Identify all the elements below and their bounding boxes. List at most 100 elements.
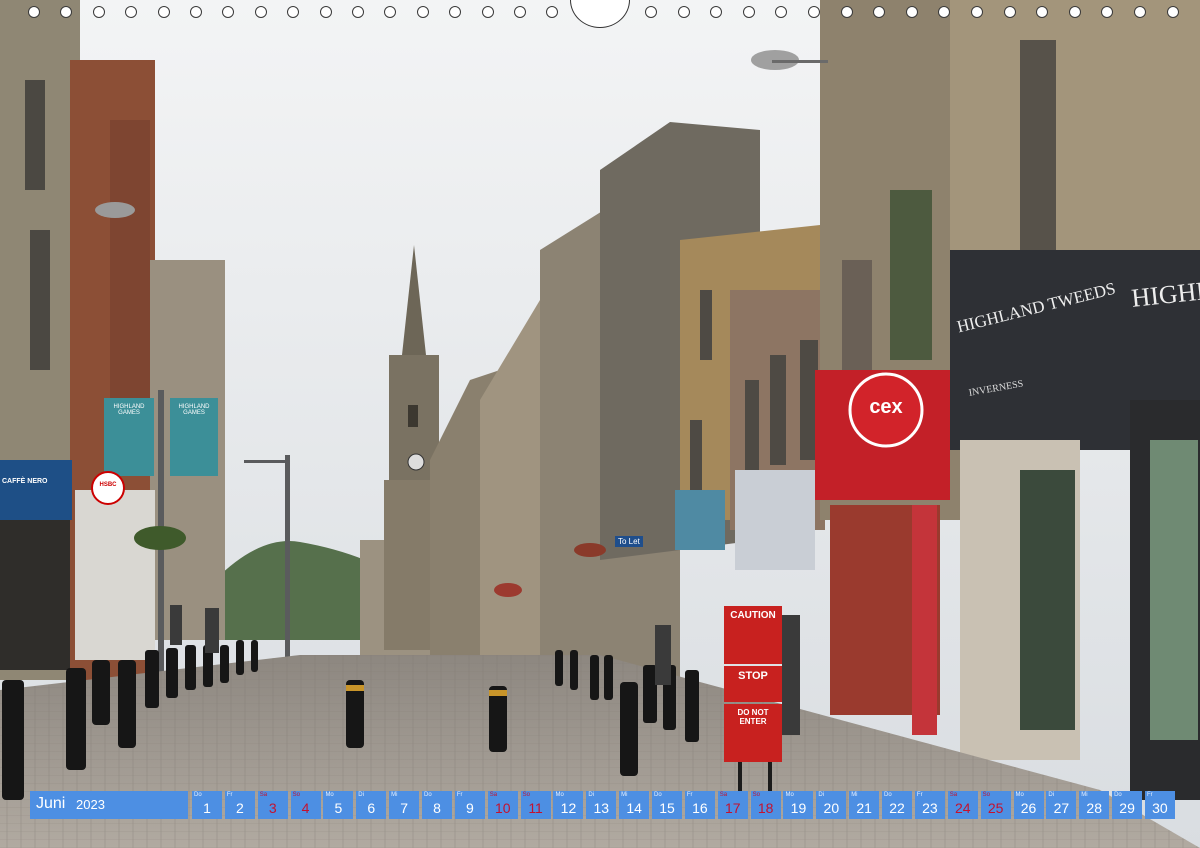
month-name: Juni bbox=[36, 795, 66, 812]
day-cell: So 4 bbox=[290, 791, 321, 819]
day-number: 1 bbox=[203, 800, 211, 816]
day-number: 29 bbox=[1119, 800, 1135, 816]
binding-hole bbox=[905, 6, 918, 18]
binding-hole bbox=[1036, 6, 1049, 18]
do-not-enter-sign: DO NOT ENTER bbox=[737, 708, 769, 726]
day-cell: Fr 9 bbox=[454, 791, 485, 819]
binding-hole bbox=[352, 6, 364, 18]
month-label-box: Juni 2023 bbox=[30, 791, 188, 819]
weekday-label: Sa bbox=[489, 792, 498, 798]
day-cell: Do 8 bbox=[422, 791, 453, 819]
day-number: 10 bbox=[494, 800, 511, 816]
binding-hole bbox=[60, 6, 73, 18]
day-number: 11 bbox=[528, 800, 543, 816]
day-number: 28 bbox=[1086, 800, 1102, 816]
binding-hole bbox=[710, 6, 723, 18]
binding-hole bbox=[808, 6, 820, 18]
day-cell: Sa 17 bbox=[717, 791, 748, 819]
day-number: 23 bbox=[922, 800, 938, 816]
day-cell: Mo 5 bbox=[323, 791, 354, 819]
weekday-label: Mo bbox=[1015, 792, 1024, 798]
day-cell: Do 22 bbox=[882, 791, 913, 819]
weekday-label: Di bbox=[588, 792, 594, 798]
day-cell: Fr 23 bbox=[914, 791, 945, 819]
day-cell: So 11 bbox=[520, 791, 551, 819]
weekday-label: Fr bbox=[916, 792, 923, 798]
binding-hole bbox=[873, 6, 886, 18]
day-cell: Di 6 bbox=[356, 791, 387, 819]
hsbc-logo: HSBC bbox=[99, 482, 117, 488]
binding-hole bbox=[190, 6, 202, 18]
month-year: 2023 bbox=[76, 797, 105, 812]
weekday-label: So bbox=[982, 792, 990, 798]
weekday-label: Do bbox=[884, 792, 892, 798]
weekday-label: Mo bbox=[785, 792, 794, 798]
day-number: 8 bbox=[433, 800, 441, 816]
day-number: 9 bbox=[465, 800, 474, 816]
day-number: 17 bbox=[724, 800, 741, 816]
day-number: 12 bbox=[560, 800, 577, 816]
day-number: 25 bbox=[987, 800, 1004, 816]
day-cell: Mi 14 bbox=[619, 791, 650, 819]
day-number: 14 bbox=[626, 800, 642, 816]
day-cell: Do 29 bbox=[1112, 791, 1143, 819]
binding-hole bbox=[677, 6, 690, 18]
binding-hole bbox=[546, 6, 559, 18]
weekday-label: Fr bbox=[1146, 792, 1153, 798]
binding-hole bbox=[840, 6, 853, 18]
day-number: 24 bbox=[954, 800, 971, 816]
highland-games-banner: HIGHLAND GAMES bbox=[113, 404, 145, 416]
day-number: 21 bbox=[856, 800, 872, 816]
weekday-label: Do bbox=[424, 792, 432, 798]
day-number: 20 bbox=[823, 800, 840, 816]
weekday-label: Di bbox=[358, 792, 364, 798]
weekday-label: Di bbox=[818, 792, 824, 798]
weekday-label: Di bbox=[1048, 792, 1055, 798]
day-cell: Di 20 bbox=[816, 791, 847, 819]
weekday-label: Mo bbox=[555, 792, 564, 798]
weekday-label: So bbox=[752, 792, 760, 798]
binding-hole bbox=[384, 6, 397, 18]
weekday-label: Fr bbox=[686, 792, 693, 798]
weekday-label: Do bbox=[1114, 792, 1122, 798]
day-cell: Di 13 bbox=[586, 791, 617, 819]
day-number: 30 bbox=[1152, 800, 1168, 816]
weekday-label: Mi bbox=[621, 792, 628, 798]
day-number: 22 bbox=[889, 800, 905, 816]
highland-games-banner-2: HIGHLAND GAMES bbox=[178, 404, 210, 416]
cex-logo: cex bbox=[869, 396, 903, 418]
weekday-label: So bbox=[522, 792, 530, 798]
day-cell: Fr 2 bbox=[224, 791, 255, 819]
day-cell: Di 27 bbox=[1046, 791, 1077, 819]
day-cell: Do 1 bbox=[192, 791, 222, 819]
binding-hole bbox=[222, 6, 235, 18]
day-cell: Mo 12 bbox=[553, 791, 584, 819]
weekday-label: Fr bbox=[456, 792, 463, 798]
day-number: 2 bbox=[235, 800, 244, 816]
calendar-bar: Juni 2023 Do 1 Fr 2 Sa 3 So 4 Mo 5 Di 6 Mi 7 Do 8 Fr 9 Sa 1… bbox=[30, 791, 1175, 819]
caffe-nero-sign: CAFFÈ NERO bbox=[2, 478, 48, 485]
binding-hole bbox=[287, 6, 300, 18]
day-cell: Mo 19 bbox=[783, 791, 814, 819]
binding-hole bbox=[971, 6, 983, 18]
day-cell: So 18 bbox=[750, 791, 781, 819]
day-number: 27 bbox=[1053, 800, 1070, 816]
binding-hole bbox=[775, 6, 788, 18]
weekday-label: Sa bbox=[719, 792, 728, 798]
binding-hole bbox=[254, 6, 267, 18]
day-number: 16 bbox=[692, 800, 708, 816]
day-cell: Mi 7 bbox=[389, 791, 420, 819]
day-cell: Fr 16 bbox=[684, 791, 715, 819]
day-number: 15 bbox=[659, 800, 675, 816]
day-cell: Sa 10 bbox=[487, 791, 518, 819]
binding-hole bbox=[157, 6, 170, 18]
to-let-sign: To Let bbox=[615, 536, 643, 547]
clock-icon bbox=[407, 453, 425, 471]
day-number: 18 bbox=[757, 800, 774, 816]
binding-hole bbox=[645, 6, 657, 18]
weekday-label: Do bbox=[194, 792, 202, 798]
day-number: 19 bbox=[790, 800, 807, 816]
day-cell: Do 15 bbox=[652, 791, 683, 819]
binding-hole bbox=[481, 6, 494, 18]
binding-hole bbox=[1068, 6, 1081, 18]
